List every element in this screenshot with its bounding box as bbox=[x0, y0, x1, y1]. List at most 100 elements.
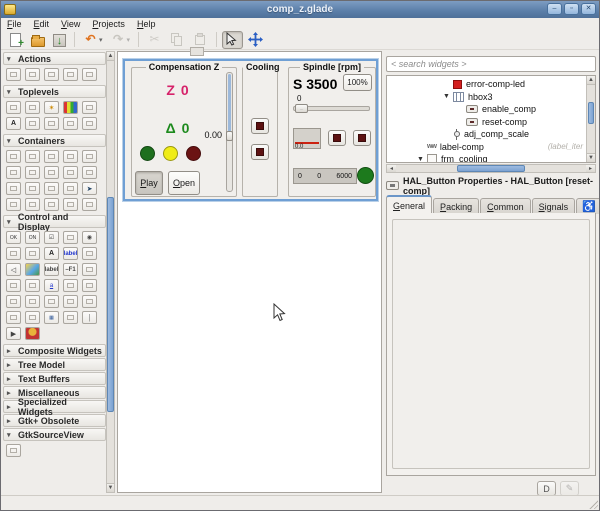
palette-arrow-tool-icon[interactable]: ▶ bbox=[6, 327, 21, 340]
palette-scrolled-window-icon[interactable] bbox=[25, 198, 40, 211]
palette-image-icon[interactable] bbox=[25, 263, 40, 276]
spindle-slider[interactable]: ⋯ bbox=[293, 104, 370, 113]
palette-separator-tool-icon[interactable] bbox=[82, 68, 97, 81]
tab-accessibility[interactable]: ♿ bbox=[576, 198, 599, 214]
slider-handle[interactable]: ⋯ bbox=[295, 104, 308, 113]
palette-hbox-icon[interactable] bbox=[6, 150, 21, 163]
palette-text-window-icon[interactable]: A bbox=[6, 117, 21, 130]
undo-button[interactable]: ▾ bbox=[80, 31, 106, 49]
palette-layout-icon[interactable] bbox=[63, 182, 78, 195]
tree-item-error-comp-led[interactable]: error-comp-led bbox=[387, 78, 595, 91]
tab-common[interactable]: Common bbox=[480, 198, 531, 214]
palette-dialog-icon[interactable] bbox=[25, 101, 40, 114]
drag-resize-button[interactable] bbox=[245, 31, 266, 49]
palette-label-icon[interactable]: label bbox=[63, 247, 78, 260]
frame-compensation[interactable]: Compensation Z Z 0 Δ 0 0.00 Play Open bbox=[131, 62, 237, 197]
palette-file-chooser-button-icon[interactable] bbox=[25, 166, 40, 179]
palette-text-label-icon[interactable]: label bbox=[44, 263, 59, 276]
palette-vpaned-icon[interactable] bbox=[63, 166, 78, 179]
tab-signals[interactable]: Signals bbox=[531, 198, 576, 214]
palette-hpaned-icon[interactable] bbox=[6, 166, 21, 179]
maximize-button[interactable]: ▫ bbox=[564, 3, 579, 15]
design-canvas[interactable]: Compensation Z Z 0 Δ 0 0.00 Play Open Co… bbox=[117, 47, 382, 493]
palette-expander-icon[interactable] bbox=[6, 198, 21, 211]
palette-radio-action-icon[interactable] bbox=[63, 68, 78, 81]
tree-item-adj-comp-scale[interactable]: adj_comp_scale bbox=[387, 128, 595, 141]
palette-badge-icon[interactable] bbox=[25, 327, 40, 340]
scroll-up-icon[interactable]: ▲ bbox=[587, 76, 595, 85]
palette-window-icon[interactable] bbox=[6, 101, 21, 114]
palette-section-tree-model[interactable]: ▸ Tree Model bbox=[3, 358, 106, 371]
palette-toggle-button-icon[interactable]: ON bbox=[25, 231, 40, 244]
palette-spin-widget-icon[interactable] bbox=[25, 247, 40, 260]
tree-item-enable-comp[interactable]: enable_comp bbox=[387, 103, 595, 116]
palette-volume-button-icon[interactable]: ◁ bbox=[6, 263, 21, 276]
cooling-button-1[interactable] bbox=[251, 118, 269, 134]
tree-item-frm-cooling[interactable]: ▼ frm_cooling bbox=[387, 153, 595, 162]
palette-menu-bar-icon[interactable] bbox=[25, 182, 40, 195]
palette-hscrollbar-icon[interactable] bbox=[82, 279, 97, 292]
scroll-up-icon[interactable]: ▲ bbox=[107, 52, 114, 61]
palette-section-composite-widgets[interactable]: ▸ Composite Widgets bbox=[3, 344, 106, 357]
palette-alignment-icon[interactable] bbox=[82, 198, 97, 211]
expander-icon[interactable]: ▼ bbox=[417, 156, 427, 162]
frame-cooling[interactable]: Cooling bbox=[242, 62, 283, 197]
palette-about-dialog-icon[interactable]: ✶ bbox=[44, 101, 59, 114]
search-widgets-input[interactable]: < search widgets > bbox=[386, 56, 596, 72]
tree-horizontal-scrollbar[interactable]: ◂ ▸ bbox=[386, 164, 596, 173]
design-window[interactable]: Compensation Z Z 0 Δ 0 0.00 Play Open Co… bbox=[123, 59, 378, 201]
palette-tree-view-icon[interactable] bbox=[63, 295, 78, 308]
palette-hbutton-box-icon[interactable] bbox=[44, 166, 59, 179]
palette-separator-icon[interactable]: | bbox=[82, 311, 97, 324]
palette-combo-box-icon[interactable] bbox=[63, 231, 78, 244]
palette-notebook-icon[interactable] bbox=[63, 150, 78, 163]
expander-icon[interactable]: ▼ bbox=[443, 93, 453, 100]
scrollbar-thumb[interactable] bbox=[588, 102, 594, 124]
palette-list-view-icon[interactable] bbox=[63, 311, 78, 324]
palette-action-icon[interactable] bbox=[25, 68, 40, 81]
palette-table-icon[interactable] bbox=[44, 150, 59, 163]
scroll-left-icon[interactable]: ◂ bbox=[387, 165, 396, 172]
menu-help[interactable]: Help bbox=[137, 19, 156, 30]
tree-vertical-scrollbar[interactable]: ▲ ▼ bbox=[586, 76, 595, 162]
palette-drawing-area-icon[interactable] bbox=[25, 311, 40, 324]
comp-vertical-scale[interactable] bbox=[226, 72, 233, 192]
palette-section-actions[interactable]: ▾ Actions bbox=[3, 52, 106, 65]
palette-source-view-icon[interactable] bbox=[6, 444, 21, 457]
palette-hscale-icon[interactable] bbox=[6, 279, 21, 292]
palette-section-text-buffers[interactable]: ▸ Text Buffers bbox=[3, 372, 106, 385]
open-button[interactable]: Open bbox=[168, 171, 200, 195]
palette-vscrollbar-icon[interactable] bbox=[63, 279, 78, 292]
scrollbar-thumb[interactable] bbox=[457, 165, 525, 172]
spindle-button-1[interactable] bbox=[328, 130, 346, 146]
chevron-down-icon[interactable]: ▾ bbox=[127, 36, 131, 44]
palette-event-box-icon[interactable] bbox=[82, 166, 97, 179]
cooling-button-2[interactable] bbox=[251, 144, 269, 160]
spindle-button-2[interactable] bbox=[353, 130, 371, 146]
close-button[interactable]: ✕ bbox=[581, 3, 596, 15]
resize-grip[interactable] bbox=[588, 499, 598, 509]
palette-calendar-icon[interactable]: ▦ bbox=[44, 311, 59, 324]
palette-font-button-icon[interactable] bbox=[82, 247, 97, 260]
menu-view[interactable]: View bbox=[61, 19, 80, 30]
tree-item-label-comp[interactable]: ww label-comp (label_iter bbox=[387, 141, 595, 154]
titlebar[interactable]: comp_z.glade – ▫ ✕ bbox=[1, 1, 599, 18]
palette-section-specialized-widgets[interactable]: ▸ Specialized Widgets bbox=[3, 397, 106, 417]
palette-section-toplevels[interactable]: ▾ Toplevels bbox=[3, 85, 106, 98]
open-button[interactable] bbox=[28, 31, 48, 49]
save-button[interactable] bbox=[50, 31, 69, 49]
palette-message-dialog-icon[interactable] bbox=[44, 117, 59, 130]
new-button[interactable] bbox=[5, 31, 26, 51]
scale-handle[interactable] bbox=[226, 131, 233, 141]
palette-button-icon[interactable]: OK bbox=[6, 231, 21, 244]
palette-statusbar-icon[interactable] bbox=[6, 311, 21, 324]
palette-color-button-icon[interactable] bbox=[82, 263, 97, 276]
chevron-down-icon[interactable]: ▾ bbox=[99, 36, 103, 44]
play-button[interactable]: Play bbox=[135, 171, 163, 195]
palette-input-dialog-icon[interactable] bbox=[25, 117, 40, 130]
scroll-down-icon[interactable]: ▼ bbox=[587, 153, 595, 162]
palette-link-button-icon[interactable]: a bbox=[44, 279, 59, 292]
menu-projects[interactable]: Projects bbox=[92, 19, 125, 30]
selector-button[interactable] bbox=[222, 30, 244, 49]
details-button[interactable]: D bbox=[537, 481, 556, 496]
